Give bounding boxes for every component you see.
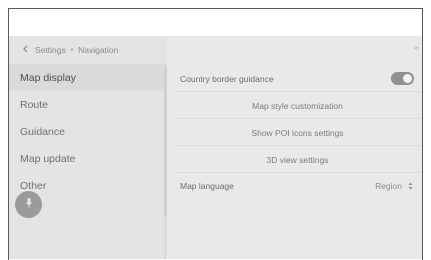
breadcrumb-separator: • (70, 46, 74, 54)
navigation-settings-screen: Settings • Navigation Map display Route … (9, 36, 422, 259)
sidebar-item-label: Route (20, 98, 49, 111)
show-poi-icons-settings-button[interactable]: Show POI icons settings (173, 120, 422, 146)
breadcrumb: Settings • Navigation (9, 36, 167, 64)
sidebar-item-label: Map display (20, 71, 77, 84)
country-border-guidance-row[interactable]: Country border guidance (173, 66, 422, 92)
map-language-row[interactable]: Map language Region (173, 173, 422, 199)
sidebar-item-route[interactable]: Route (9, 91, 167, 118)
map-language-label: Map language (180, 181, 234, 191)
map-style-customization-label: Map style customization (252, 100, 343, 111)
map-style-customization-button[interactable]: Map style customization (173, 93, 422, 119)
map-language-value: Region (375, 181, 402, 191)
sidebar-item-label: Other (20, 179, 47, 192)
sidebar-item-label: Guidance (20, 125, 65, 138)
map-language-selector[interactable]: Region (375, 173, 413, 199)
country-border-guidance-toggle[interactable] (391, 72, 414, 85)
voice-command-button[interactable] (15, 191, 42, 218)
sidebar-item-map-update[interactable]: Map update (9, 145, 167, 172)
show-poi-icons-settings-label: Show POI icons settings (251, 127, 344, 138)
microphone-icon (25, 196, 33, 214)
3d-view-settings-button[interactable]: 3D view settings (173, 147, 422, 173)
signal-icon: ≈ (414, 43, 419, 53)
chevron-left-icon[interactable] (22, 45, 28, 55)
sidebar-item-label: Map update (20, 152, 76, 165)
settings-content: ≈ Country border guidance Map style cust… (167, 36, 422, 259)
3d-view-settings-label: 3D view settings (266, 154, 329, 165)
up-down-arrows-icon (408, 182, 413, 190)
breadcrumb-parent[interactable]: Settings (35, 45, 66, 55)
country-border-guidance-label: Country border guidance (180, 73, 274, 84)
breadcrumb-current: Navigation (78, 45, 119, 55)
toggle-knob (403, 74, 412, 83)
sidebar-item-map-display[interactable]: Map display (9, 64, 167, 91)
sidebar-item-guidance[interactable]: Guidance (9, 118, 167, 145)
settings-sidebar: Settings • Navigation Map display Route … (9, 36, 167, 259)
